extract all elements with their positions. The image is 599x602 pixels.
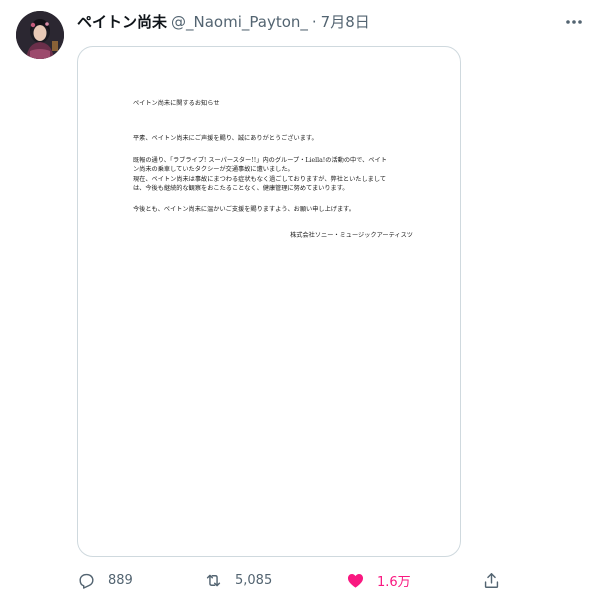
notice-paragraph-2: 既報の通り、「ラブライブ! スーパースター!!」内のグループ・Liella!の活…	[133, 156, 413, 194]
tweet-actions: 889 5,085 1.6万	[77, 569, 507, 591]
retweet-button[interactable]: 5,085	[204, 569, 272, 591]
avatar-image	[16, 11, 64, 59]
avatar[interactable]	[16, 11, 64, 59]
retweet-count: 5,085	[235, 572, 273, 588]
notice-line: 既報の通り、「ラブライブ! スーパースター!!」内のグループ・Liella!の活…	[133, 156, 387, 164]
user-handle[interactable]: @_Naomi_Payton_	[171, 12, 308, 32]
reply-button[interactable]: 889	[77, 569, 133, 591]
notice-paragraph-3: 今後とも、ペイトン尚未に温かいご支援を賜りますよう、お願い申し上げます。	[133, 206, 355, 214]
share-icon	[484, 572, 499, 588]
notice-company: 株式会社ソニー・ミュージックアーティスツ	[290, 231, 413, 239]
notice-document: ペイトン尚未に関するお知らせ 平素、ペイトン尚未にご声援を賜り、誠にありがとうご…	[133, 99, 413, 240]
reply-icon	[79, 573, 94, 589]
heart-icon	[347, 573, 364, 588]
notice-line: ン尚未の乗車していたタクシーが交通事故に遭いました。	[133, 166, 294, 174]
retweet-icon	[206, 574, 221, 586]
tweet: ペイトン尚未 @_Naomi_Payton_ · 7月8日 ペイトン尚未に関する…	[0, 0, 599, 602]
tweet-date[interactable]: 7月8日	[321, 12, 370, 32]
notice-paragraph-1: 平素、ペイトン尚未にご声援を賜り、誠にありがとうございます。	[133, 135, 318, 143]
more-dots-icon	[566, 20, 582, 24]
share-button[interactable]	[482, 569, 501, 591]
like-count: 1.6万	[377, 574, 411, 590]
tweet-header: ペイトン尚未 @_Naomi_Payton_ · 7月8日	[77, 12, 370, 32]
more-options-button[interactable]	[563, 12, 585, 32]
separator-dot: ·	[311, 13, 317, 31]
reply-count: 889	[108, 572, 133, 588]
notice-line: 現在、ペイトン尚未は事故にまつわる症状もなく過ごしておりますが、弊社といたしまし…	[133, 175, 387, 183]
like-button[interactable]: 1.6万	[346, 569, 411, 591]
notice-title: ペイトン尚未に関するお知らせ	[133, 100, 220, 107]
display-name[interactable]: ペイトン尚未	[77, 12, 167, 32]
notice-line: は、今後も継続的な観察をおこたることなく、健康管理に努めてまいります。	[133, 185, 349, 193]
attached-image[interactable]: ペイトン尚未に関するお知らせ 平素、ペイトン尚未にご声援を賜り、誠にありがとうご…	[77, 46, 461, 557]
